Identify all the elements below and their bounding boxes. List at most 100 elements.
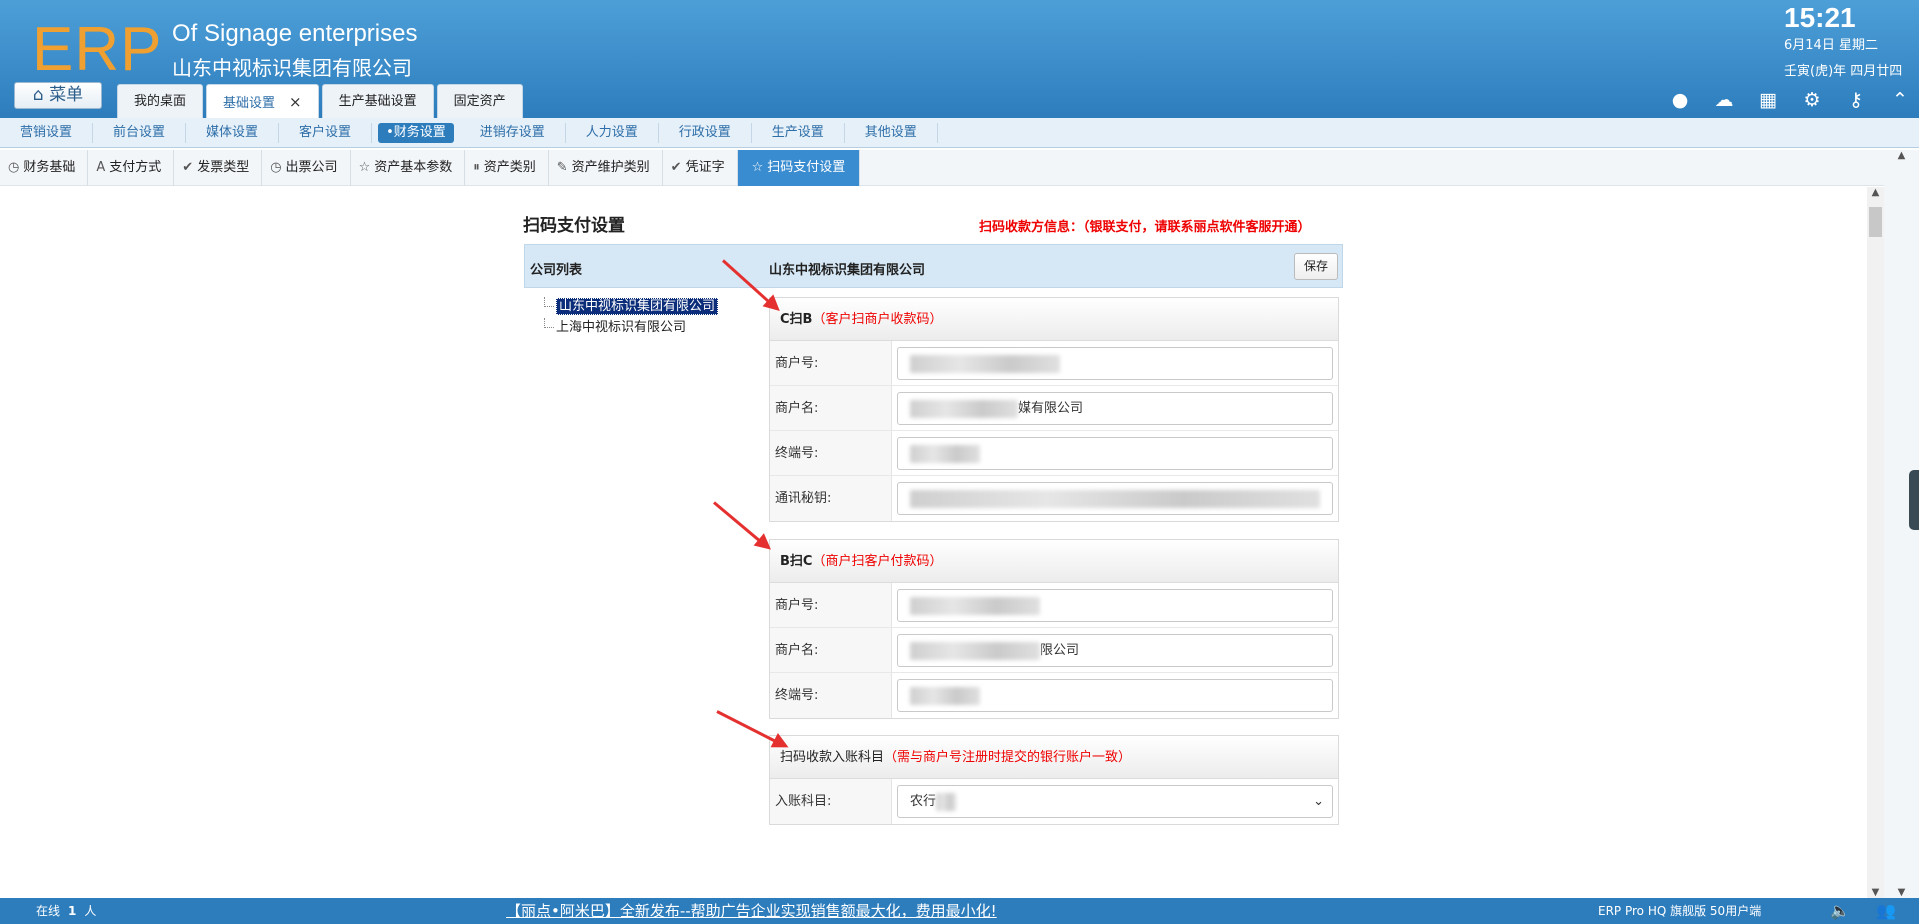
tab-basic-settings[interactable]: 基础设置 × [206,84,319,118]
user-icon[interactable]: ● [1668,88,1692,112]
gear-icon[interactable]: ⚙ [1800,88,1824,112]
secret-key-input[interactable] [897,482,1333,515]
main-menu-button[interactable]: ⌂ 菜单 [14,82,102,109]
merchant-name-input[interactable]: 限公司 [897,634,1333,667]
tree-item-label: 山东中视标识集团有限公司 [556,298,719,315]
subtab-asset-maintenance[interactable]: ✎ 资产维护类别 [549,150,663,186]
subtab-asset-params[interactable]: ☆ 资产基本参数 [351,150,466,186]
menu-marketing[interactable]: 营销设置 [0,122,94,143]
field-label: 终端号: [770,673,892,718]
tab-label: 基础设置 [223,96,276,111]
menu-finance[interactable]: •财务设置 [378,122,454,143]
content-scrollbar[interactable]: ▲ ▼ [1867,187,1884,898]
menu-media[interactable]: 媒体设置 [186,122,280,143]
collapse-icon[interactable]: ⌃ [1888,88,1912,112]
finance-subtabs: ◷ 财务基础 A 支付方式 ✔ 发票类型 ◷ 出票公司 ☆ 资产基本参数 ⏸ 资产类别 ✎ 资… [0,150,1919,186]
save-button[interactable]: 保存 [1294,253,1338,280]
form-row: 通讯秘钥: [770,476,1338,521]
menu-production[interactable]: 生产设置 [752,122,845,143]
selected-company-name: 山东中视标识集团有限公司 [769,263,926,278]
status-bar: 在线 1 人 【丽点•阿米巴】全新发布--帮助广告企业实现销售额最大化，费用最小化!… [0,898,1919,924]
grid-icon[interactable]: ▦ [1756,88,1780,112]
online-prefix: 在线 [36,904,61,918]
menu-admin[interactable]: 行政设置 [659,122,752,143]
users-icon[interactable]: 👥 [1876,898,1896,924]
tab-label: 我的桌面 [134,94,187,109]
select-value: 农行 [910,794,937,809]
tab-production-settings[interactable]: 生产基础设置 [321,84,434,118]
subtab-label: 资产维护类别 [571,160,650,175]
redacted-value [910,399,1018,418]
field-label: 入账科目: [770,779,892,824]
payee-notice: 扫码收款方信息：（银联支付，请联系丽点软件客服开通） [979,220,1311,235]
field-label: 商户名: [770,386,892,430]
subtab-asset-categories[interactable]: ⏸ 资产类别 [465,150,549,186]
annotation-arrow [713,501,769,549]
online-count: 1 [68,904,77,918]
tab-fixed-assets[interactable]: 固定资产 [436,84,523,118]
menu-front-desk[interactable]: 前台设置 [93,122,187,143]
company-list-label: 公司列表 [530,263,583,278]
subtab-label: 资产类别 [483,160,536,175]
subtab-label: 资产基本参数 [374,160,453,175]
subtab-finance-basics[interactable]: ◷ 财务基础 [0,150,89,186]
terminal-id-input[interactable] [897,437,1333,470]
scroll-down-icon[interactable]: ▼ [1867,887,1884,898]
clock-icon: ◷ [270,160,282,175]
field-label: 终端号: [770,431,892,475]
side-handle[interactable] [1909,470,1919,530]
subtab-voucher-words[interactable]: ✔ 凭证字 [663,150,738,186]
redacted-value [910,354,1060,373]
section-hint: （商户扫客户付款码） [812,554,943,569]
section-hint: （需与商户号注册时提交的银行账户一致） [884,750,1132,765]
redacted-value [910,489,1320,508]
field-label: 商户号: [770,341,892,385]
subtab-label: 发票类型 [197,160,250,175]
announcement-link[interactable]: 【丽点•阿米巴】全新发布--帮助广告企业实现销售额最大化，费用最小化! [506,898,997,924]
redacted-value [910,596,1040,615]
subtab-label: 出票公司 [285,160,338,175]
tree-item-company[interactable]: 山东中视标识集团有限公司 [540,297,719,318]
form-row: 商户名: 媒有限公司 [770,386,1338,431]
terminal-id-input[interactable] [897,679,1333,712]
subtab-label: 扫码支付设置 [767,160,846,175]
form-row: 商户号: [770,583,1338,628]
company-name-cn: 山东中视标识集团有限公司 [172,56,412,80]
erp-logo: ERP [32,15,163,84]
tab-label: 生产基础设置 [338,94,417,109]
panel-header: 公司列表 山东中视标识集团有限公司 保存 [524,244,1343,288]
cloud-icon[interactable]: ☁ [1712,88,1736,112]
merchant-id-input[interactable] [897,347,1333,380]
subtab-invoice-types[interactable]: ✔ 发票类型 [174,150,263,186]
merchant-id-input[interactable] [897,589,1333,622]
field-label: 通讯秘钥: [770,476,892,521]
redacted-value [910,444,980,463]
company-name-en: Of Signage enterprises [172,20,418,47]
menu-inventory[interactable]: 进销存设置 [460,122,566,143]
page-title: 扫码支付设置 [523,216,625,236]
pause-icon: ⏸ [473,160,480,175]
tree-item-company[interactable]: 上海中视标识有限公司 [540,318,718,339]
tab-label: 固定资产 [453,94,506,109]
tree-connector [544,297,554,307]
scroll-up-icon[interactable]: ▲ [1867,187,1884,198]
main-content: 扫码支付设置 扫码收款方信息：（银联支付，请联系丽点软件客服开通） 公司列表 山… [0,187,1867,898]
account-subject-select[interactable]: 农行 ⌄ [897,785,1333,818]
merchant-name-input[interactable]: 媒有限公司 [897,392,1333,425]
scroll-down-icon[interactable]: ▼ [1893,887,1910,898]
key-icon[interactable]: ⚷ [1844,88,1868,112]
menu-hr[interactable]: 人力设置 [566,122,659,143]
tab-my-desktop[interactable]: 我的桌面 [117,84,204,118]
subtab-issuing-company[interactable]: ◷ 出票公司 [262,150,351,186]
menu-customer[interactable]: 客户设置 [279,122,373,143]
scroll-thumb[interactable] [1869,207,1882,237]
star-icon: ☆ [358,160,371,175]
check-icon: ✔ [670,160,682,175]
speaker-icon[interactable]: 🔈 [1830,898,1850,924]
subtab-scan-pay-settings[interactable]: ☆ 扫码支付设置 [737,150,861,186]
subtab-payment-methods[interactable]: A 支付方式 [88,150,175,186]
close-icon[interactable]: × [289,93,302,111]
scroll-up-icon[interactable]: ▲ [1893,150,1910,161]
menu-other[interactable]: 其他设置 [845,122,938,143]
window-tabs: 我的桌面 基础设置 × 生产基础设置 固定资产 [117,84,523,118]
